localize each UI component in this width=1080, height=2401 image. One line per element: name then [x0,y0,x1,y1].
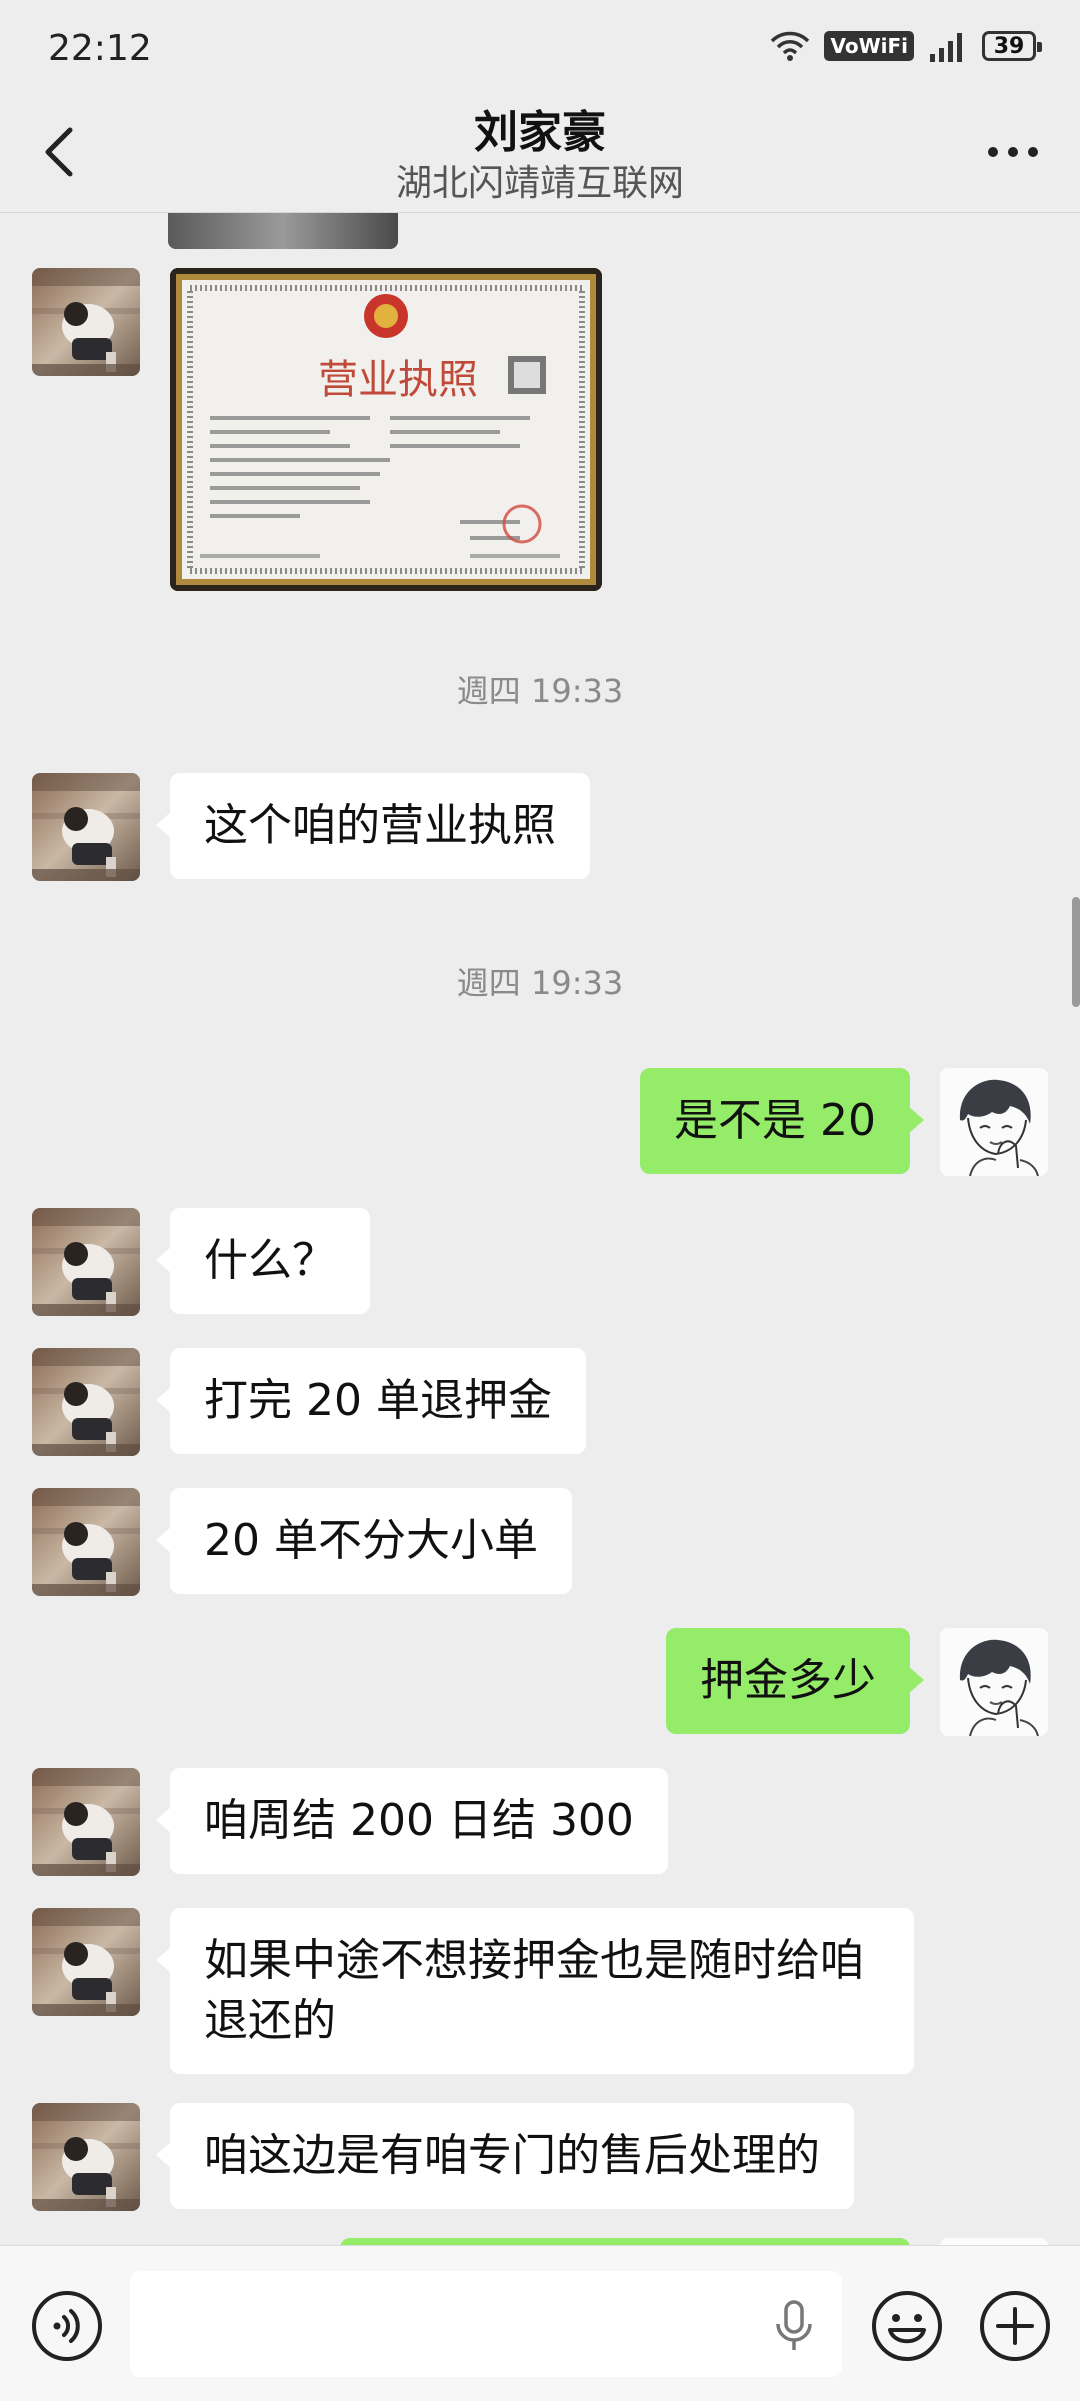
business-license-image: 营业执照 [170,268,602,591]
avatar[interactable] [940,1068,1048,1176]
license-heading: 营业执照 [318,357,478,403]
avatar[interactable] [940,2238,1048,2245]
message-list[interactable]: 营业执照 週四 19:33 这个咱的营业执照 週四 19:33 是不是 20 什… [0,213,1080,2245]
message-bubble[interactable]: 是不是 20 [640,1068,924,1174]
image-content [168,213,398,249]
vowifi-badge: VoWiFi [824,31,914,61]
message-bubble[interactable]: 咱周结 200 日结 300 [156,1768,668,1874]
battery-icon: 39 [982,31,1042,61]
avatar[interactable] [32,1208,140,1316]
message-bubble[interactable]: 如果中途不想接押金也是随时给咱退还的 [156,1908,914,2074]
scrollbar[interactable] [1072,897,1080,1007]
contact-name: 刘家豪 [474,107,606,158]
add-button[interactable] [978,2289,1052,2363]
message-input[interactable] [130,2271,842,2377]
more-button[interactable] [978,122,1048,182]
status-bar: 22:12 VoWiFi 39 [0,0,1080,100]
status-time: 22:12 [48,28,152,69]
message-bubble[interactable]: 押金多少 [666,1628,924,1734]
message-bubble[interactable]: 20 单不分大小单 [156,1488,572,1594]
timestamp: 週四 19:33 [456,964,624,1002]
avatar[interactable] [32,2103,140,2211]
avatar[interactable] [940,1628,1048,1736]
avatar[interactable] [32,268,140,376]
image-message[interactable]: 营业执照 [170,268,602,591]
avatar[interactable] [32,1908,140,2016]
input-bar [0,2245,1080,2401]
image-message[interactable] [168,213,398,249]
status-icons: VoWiFi 39 [770,30,1042,62]
plus-icon [980,2291,1050,2361]
mic-button[interactable] [770,2298,818,2354]
contact-subtitle: 湖北闪靖靖互联网 [395,163,684,204]
timestamp: 週四 19:33 [456,672,624,710]
emoji-icon [872,2291,942,2361]
avatar[interactable] [32,773,140,881]
voice-icon [32,2291,102,2361]
avatar[interactable] [32,1488,140,1596]
avatar[interactable] [32,1768,140,1876]
avatar[interactable] [32,1348,140,1456]
message-bubble[interactable]: 咱这边是有咱专门的售后处理的 [156,2103,854,2209]
message-bubble[interactable]: 这个咱的营业执照 [156,773,590,879]
message-bubble[interactable] [340,2238,910,2245]
voice-button[interactable] [30,2289,104,2363]
chat-header: 刘家豪 湖北闪靖靖互联网 [0,100,1080,210]
more-dots-icon [988,147,1038,157]
mic-icon [776,2300,812,2350]
signal-icon [930,33,962,62]
message-bubble[interactable]: 什么？ [156,1208,370,1314]
emoji-button[interactable] [870,2289,944,2363]
message-bubble[interactable]: 打完 20 单退押金 [156,1348,586,1454]
wifi-icon [771,31,810,61]
